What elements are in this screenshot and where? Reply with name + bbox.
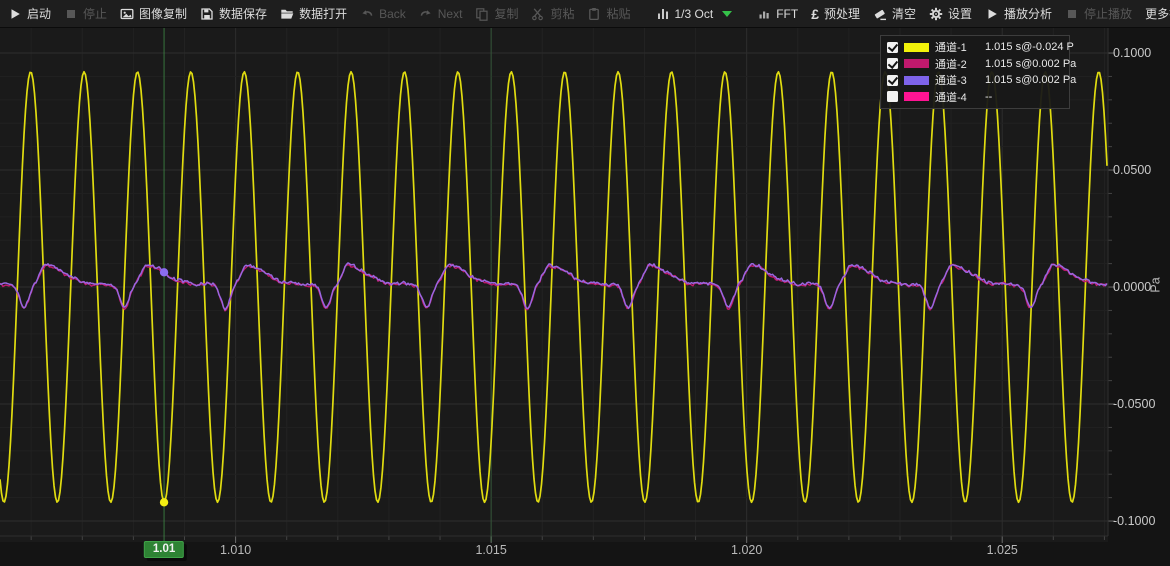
toolbar-item-label: 粘贴 <box>606 5 630 22</box>
x-tick-label: 1.025 <box>987 543 1018 557</box>
play-analysis-button[interactable]: 播放分析 <box>985 5 1052 22</box>
y-tick-label: -0.0500 <box>1113 397 1155 411</box>
paste-button[interactable]: 粘贴 <box>587 5 630 22</box>
gear-icon <box>929 7 943 21</box>
channel-3-color-swatch <box>904 76 929 85</box>
cut-icon <box>531 7 545 21</box>
toolbar-item-label: 数据打开 <box>299 5 347 22</box>
play-icon <box>985 7 999 21</box>
toolbar-item-label: FFT <box>776 7 798 21</box>
octave-band-dropdown[interactable]: 1/3 Oct <box>656 7 733 21</box>
stop-icon <box>64 7 78 21</box>
legend-cursor-value: -- <box>985 91 992 103</box>
settings-button[interactable]: 设置 <box>929 5 972 22</box>
x-tick-label: 1.015 <box>475 543 506 557</box>
y-tick-label: 0.1000 <box>1113 46 1151 60</box>
preprocess-button[interactable]: £ 预处理 <box>811 5 860 22</box>
data-open-button[interactable]: 数据打开 <box>280 5 347 22</box>
pound-icon: £ <box>811 7 819 21</box>
channel-1-checkbox[interactable] <box>887 42 898 53</box>
eraser-icon <box>873 7 887 21</box>
toolbar-item-label: Back <box>379 7 406 21</box>
legend-channel-label: 通道-4 <box>935 89 979 105</box>
fft-button[interactable]: FFT <box>757 7 798 21</box>
mini-bars-icon <box>757 7 771 21</box>
legend-row-channel-4[interactable]: 通道-4 -- <box>887 89 1063 106</box>
legend-cursor-value: 1.015 s@0.002 Pa <box>985 58 1076 70</box>
y-tick-label: 0.0500 <box>1113 163 1151 177</box>
toolbar-item-label: 启动 <box>27 5 51 22</box>
x-tick-label: 1.020 <box>731 543 762 557</box>
start-button[interactable]: 启动 <box>8 5 51 22</box>
channel-4-checkbox[interactable] <box>887 91 898 102</box>
cursor-marker-dot[interactable] <box>160 498 168 506</box>
redo-icon <box>419 7 433 21</box>
more-actions-button[interactable]: 更多操 <box>1145 5 1170 22</box>
legend-cursor-value: 1.015 s@0.002 Pa <box>985 74 1076 86</box>
toolbar-item-label: 更多操 <box>1145 5 1170 22</box>
stop-button[interactable]: 停止 <box>64 5 107 22</box>
play-icon <box>8 7 22 21</box>
legend-channel-label: 通道-3 <box>935 72 979 88</box>
stop-play-button[interactable]: 停止播放 <box>1065 5 1132 22</box>
stop-icon <box>1065 7 1079 21</box>
image-icon <box>120 7 134 21</box>
y-tick-label: 0.0000 <box>1113 280 1151 294</box>
cursor-time-badge[interactable]: 1.01 <box>144 541 184 558</box>
data-save-button[interactable]: 数据保存 <box>200 5 267 22</box>
copy-button[interactable]: 复制 <box>475 5 518 22</box>
save-icon <box>200 7 214 21</box>
toolbar-item-label: 播放分析 <box>1004 5 1052 22</box>
legend-channel-label: 通道-1 <box>935 39 979 55</box>
legend-row-channel-1[interactable]: 通道-11.015 s@-0.024 P <box>887 39 1063 56</box>
toolbar: 启动 停止 图像复制 数据保存 数据打开 Back Next 复制 剪粘 粘贴 <box>0 0 1170 28</box>
app-window: 启动 停止 图像复制 数据保存 数据打开 Back Next 复制 剪粘 粘贴 <box>0 0 1170 566</box>
toolbar-item-label: 停止 <box>83 5 107 22</box>
dropdown-arrow-icon <box>722 11 732 17</box>
cursor-marker-dot[interactable] <box>160 268 168 276</box>
toolbar-item-label: 设置 <box>948 5 972 22</box>
image-copy-button[interactable]: 图像复制 <box>120 5 187 22</box>
toolbar-item-label: 1/3 Oct <box>675 7 714 21</box>
paste-icon <box>587 7 601 21</box>
copy-icon <box>475 7 489 21</box>
y-tick-label: -0.1000 <box>1113 514 1155 528</box>
toolbar-item-label: 数据保存 <box>219 5 267 22</box>
channel-1-color-swatch <box>904 43 929 52</box>
legend-row-channel-2[interactable]: 通道-21.015 s@0.002 Pa <box>887 56 1063 73</box>
toolbar-item-label: 停止播放 <box>1084 5 1132 22</box>
chart-area: 0.1000 0.0500 0.0000 -0.0500 -0.1000 1.010 1.… <box>0 28 1170 566</box>
back-button[interactable]: Back <box>360 7 406 21</box>
legend-cursor-value: 1.015 s@-0.024 P <box>985 41 1074 53</box>
eq-bars-icon <box>656 7 670 21</box>
toolbar-item-label: 复制 <box>494 5 518 22</box>
x-tick-label: 1.010 <box>220 543 251 557</box>
toolbar-item-label: 预处理 <box>824 5 860 22</box>
toolbar-item-label: 图像复制 <box>139 5 187 22</box>
legend-channel-label: 通道-2 <box>935 56 979 72</box>
next-button[interactable]: Next <box>419 7 463 21</box>
legend: 通道-11.015 s@-0.024 P通道-21.015 s@0.002 Pa… <box>880 35 1070 109</box>
cut-button[interactable]: 剪粘 <box>531 5 574 22</box>
y-axis-unit-label: Pa <box>1149 277 1163 292</box>
toolbar-item-label: 清空 <box>892 5 916 22</box>
toolbar-item-label: Next <box>438 7 463 21</box>
channel-3-checkbox[interactable] <box>887 75 898 86</box>
legend-row-channel-3[interactable]: 通道-31.015 s@0.002 Pa <box>887 72 1063 89</box>
undo-icon <box>360 7 374 21</box>
toolbar-item-label: 剪粘 <box>550 5 574 22</box>
channel-4-color-swatch <box>904 92 929 101</box>
clear-button[interactable]: 清空 <box>873 5 916 22</box>
folder-icon <box>280 7 294 21</box>
channel-2-checkbox[interactable] <box>887 58 898 69</box>
channel-2-color-swatch <box>904 59 929 68</box>
